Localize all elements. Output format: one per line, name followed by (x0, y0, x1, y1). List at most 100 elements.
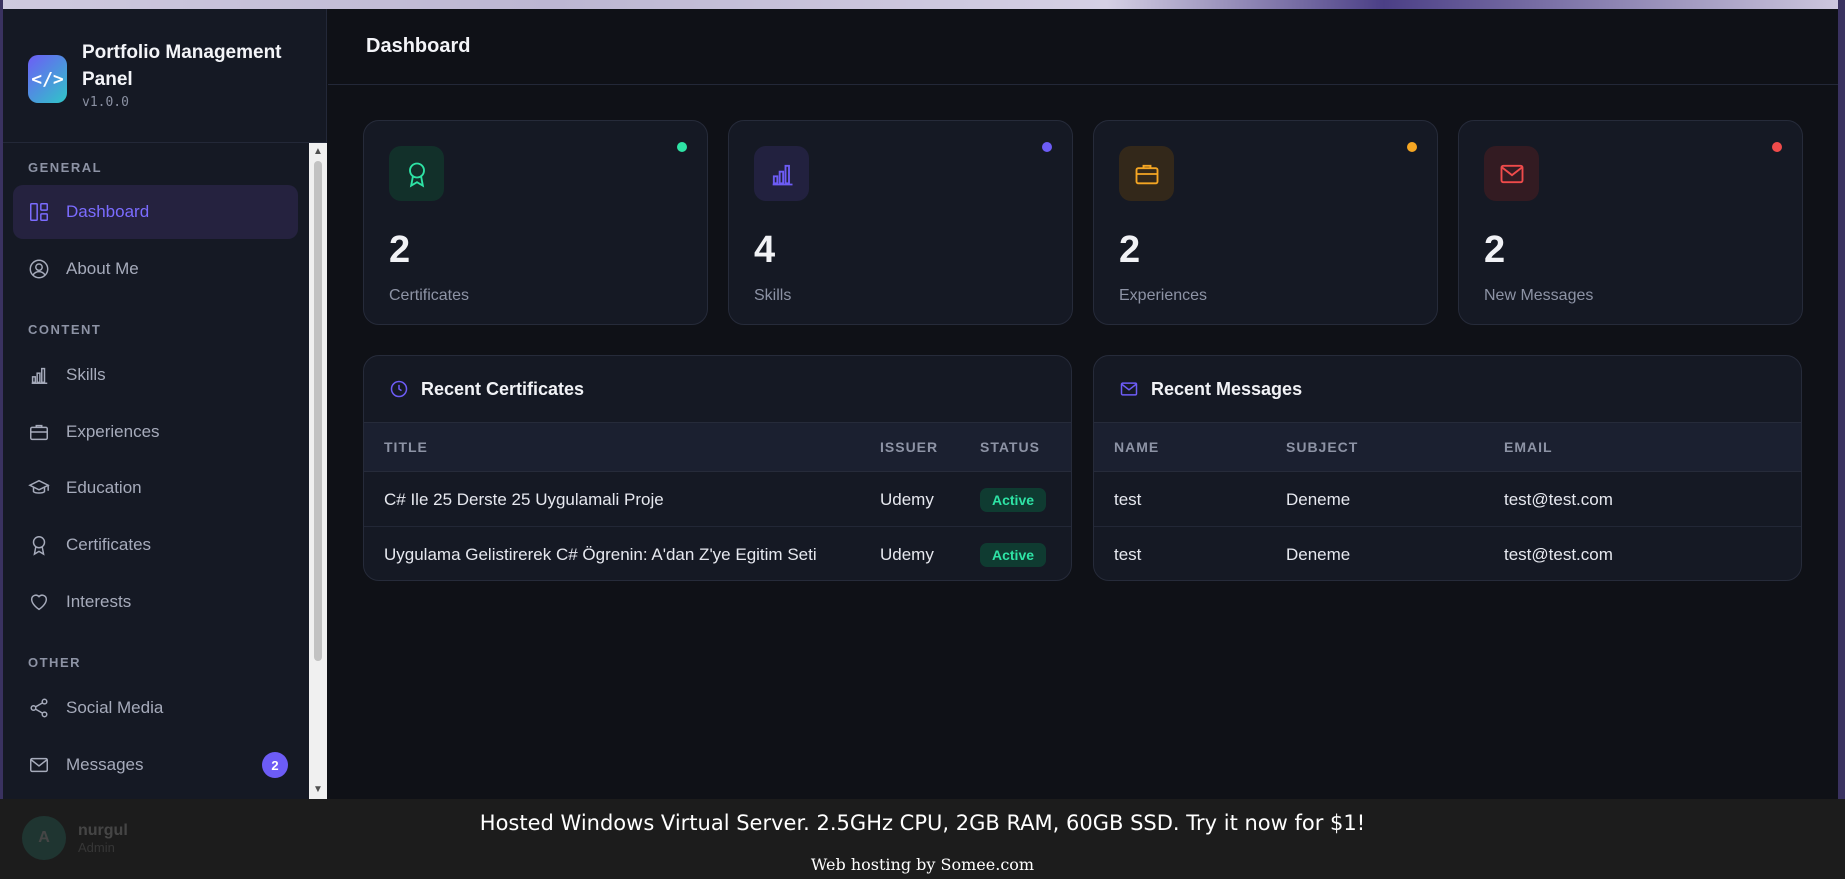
user-role: Admin (78, 839, 115, 855)
bar-chart-icon (754, 146, 809, 201)
stat-label: Certificates (389, 287, 470, 304)
sidebar-item-dashboard[interactable]: Dashboard (13, 185, 298, 239)
column-header-name: NAME (1114, 439, 1160, 455)
stat-value: 2 (389, 229, 411, 271)
stat-label: New Messages (1484, 287, 1594, 304)
sidebar-item-experiences[interactable]: Experiences (13, 405, 298, 459)
column-header-email: EMAIL (1504, 439, 1553, 455)
stat-value: 4 (754, 229, 776, 271)
stat-label: Experiences (1119, 287, 1208, 304)
award-icon (389, 146, 444, 201)
certificate-title: C# Ile 25 Derste 25 Uygulamali Proje (384, 490, 664, 509)
page-header: Dashboard (328, 9, 1838, 85)
certificate-issuer: Udemy (880, 490, 934, 509)
code-logo-icon: </> (28, 55, 67, 103)
nav-section-other: OTHER (28, 655, 81, 670)
bar-chart-icon (28, 364, 50, 386)
briefcase-icon (1119, 146, 1174, 201)
sidebar-item-label: Dashboard (66, 202, 150, 221)
heart-icon (28, 591, 50, 613)
sidebar: </> Portfolio Management Panel v1.0.0 GE… (3, 9, 327, 799)
sidebar-item-education[interactable]: Education (13, 461, 298, 515)
sidebar-item-interests[interactable]: Interests (13, 575, 298, 629)
sidebar-item-label: Messages (66, 755, 144, 774)
status-badge: Active (980, 543, 1047, 567)
user-circle-icon (28, 258, 50, 280)
status-dot (1772, 142, 1782, 152)
message-subject: Deneme (1286, 545, 1351, 564)
app-window: </> Portfolio Management Panel v1.0.0 GE… (3, 9, 1838, 799)
mail-icon (1484, 146, 1539, 201)
message-name: test (1114, 545, 1142, 564)
message-name: test (1114, 490, 1142, 509)
sidebar-item-skills[interactable]: Skills (13, 348, 298, 402)
sidebar-item-about-me[interactable]: About Me (13, 242, 298, 296)
sidebar-item-label: Certificates (66, 535, 152, 554)
certificate-issuer: Udemy (880, 545, 934, 564)
sidebar-item-label: Social Media (66, 698, 164, 717)
stat-value: 2 (1119, 229, 1141, 271)
column-header-title: TITLE (384, 439, 428, 455)
brand: </> Portfolio Management Panel v1.0.0 (3, 9, 326, 143)
graduation-cap-icon (28, 477, 50, 499)
table-row[interactable]: test Deneme test@test.com (1094, 472, 1801, 527)
messages-count-badge: 2 (262, 752, 288, 778)
stat-card-skills: 4 Skills (728, 120, 1073, 325)
panel-header: Recent Messages (1094, 356, 1801, 423)
ad-hosting-link[interactable]: Web hosting by Somee.com (0, 855, 1845, 874)
table-row[interactable]: test Deneme test@test.com (1094, 527, 1801, 580)
sidebar-item-social-media[interactable]: Social Media (13, 681, 298, 735)
brand-version: v1.0.0 (82, 95, 129, 110)
window-edge-right (1838, 0, 1845, 879)
stat-card-experiences: 2 Experiences (1093, 120, 1438, 325)
message-subject: Deneme (1286, 490, 1351, 509)
column-header-subject: SUBJECT (1286, 439, 1359, 455)
sidebar-item-label: Experiences (66, 422, 160, 441)
status-dot (1407, 142, 1417, 152)
stat-value: 2 (1484, 229, 1506, 271)
nav-section-general: GENERAL (28, 160, 103, 175)
column-header-issuer: ISSUER (880, 439, 939, 455)
panel-title: Recent Certificates (421, 378, 585, 399)
sidebar-item-label: Interests (66, 592, 132, 611)
scroll-up-icon[interactable]: ▲ (313, 147, 323, 157)
sidebar-item-messages[interactable]: Messages 2 (13, 738, 298, 792)
certificate-title: Uygulama Gelistirerek C# Ögrenin: A'dan … (384, 545, 817, 564)
table-row[interactable]: C# Ile 25 Derste 25 Uygulamali Proje Ude… (364, 472, 1071, 527)
brand-title: Portfolio Management Panel (82, 42, 282, 90)
table-header: NAME SUBJECT EMAIL (1094, 423, 1801, 472)
clock-icon (390, 380, 408, 398)
hosting-ad-banner[interactable]: A nurgul Admin Hosted Windows Virtual Se… (0, 799, 1845, 879)
nav-section-content: CONTENT (28, 322, 102, 337)
column-header-status: STATUS (980, 439, 1040, 455)
sidebar-scrollbar[interactable]: ▲ ▼ (309, 143, 327, 799)
briefcase-icon (28, 421, 50, 443)
mail-icon (1120, 382, 1138, 396)
message-email: test@test.com (1504, 490, 1613, 509)
status-dot (1042, 142, 1052, 152)
panel-header: Recent Certificates (364, 356, 1071, 423)
sidebar-item-label: Education (66, 478, 142, 497)
stat-label: Skills (754, 287, 792, 304)
share-icon (28, 697, 50, 719)
page-title: Dashboard (366, 35, 471, 57)
stat-card-certificates: 2 Certificates (363, 120, 708, 325)
sidebar-item-certificates[interactable]: Certificates (13, 518, 298, 572)
table-header: TITLE ISSUER STATUS (364, 423, 1071, 472)
sidebar-item-label: About Me (66, 259, 139, 278)
stat-card-new-messages: 2 New Messages (1458, 120, 1803, 325)
status-dot (677, 142, 687, 152)
scrollbar-thumb[interactable] (314, 161, 322, 661)
dashboard-icon (28, 201, 50, 223)
message-email: test@test.com (1504, 545, 1613, 564)
sidebar-item-label: Skills (66, 365, 106, 384)
award-icon (28, 534, 50, 556)
table-row[interactable]: Uygulama Gelistirerek C# Ögrenin: A'dan … (364, 527, 1071, 580)
recent-messages-panel: Recent Messages NAME SUBJECT EMAIL test … (1093, 355, 1802, 581)
mail-icon (28, 754, 50, 776)
ad-headline-link[interactable]: Hosted Windows Virtual Server. 2.5GHz CP… (0, 811, 1845, 835)
status-badge: Active (980, 488, 1047, 512)
panel-title: Recent Messages (1151, 378, 1303, 399)
scroll-down-icon[interactable]: ▼ (313, 785, 323, 795)
recent-certificates-panel: Recent Certificates TITLE ISSUER STATUS … (363, 355, 1072, 581)
